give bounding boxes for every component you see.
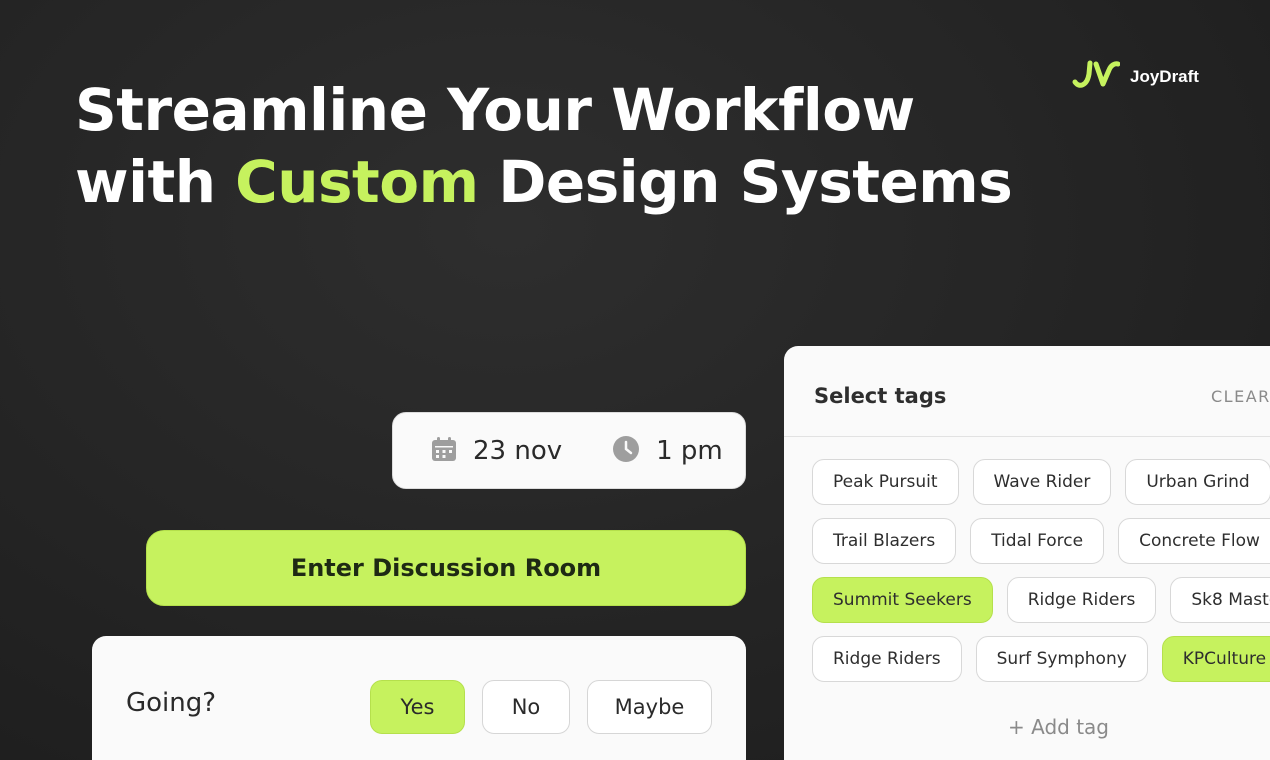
select-tags-panel: Select tags CLEAR Peak Pursuit Wave Ride… bbox=[784, 346, 1270, 760]
headline-line-2: with Custom Design Systems bbox=[75, 146, 1013, 218]
tag-chip[interactable]: Tidal Force bbox=[970, 518, 1105, 564]
brand-name: JoyDraft bbox=[1130, 67, 1199, 86]
enter-discussion-room-button[interactable]: Enter Discussion Room bbox=[146, 530, 746, 606]
tag-chip-selected[interactable]: KPCulture bbox=[1161, 636, 1270, 682]
brand-logo[interactable]: JoyDraft bbox=[1068, 60, 1199, 94]
tag-row: Summit Seekers Ridge Riders Sk8 Masters bbox=[812, 577, 1270, 623]
tag-chip[interactable]: Trail Blazers bbox=[812, 518, 957, 564]
calendar-icon bbox=[431, 436, 457, 466]
tag-row: Trail Blazers Tidal Force Concrete Flow bbox=[812, 518, 1270, 564]
divider bbox=[784, 436, 1270, 437]
tag-chip[interactable]: Urban Grind bbox=[1125, 459, 1270, 505]
rsvp-card: Going? Yes No Maybe bbox=[92, 636, 746, 760]
tag-chip[interactable]: Sk8 Masters bbox=[1170, 577, 1270, 623]
rsvp-question: Going? bbox=[126, 688, 217, 718]
event-datetime-card: 23 nov 1 pm bbox=[392, 412, 746, 489]
tag-chip-selected[interactable]: Summit Seekers bbox=[812, 577, 993, 623]
tag-row: Peak Pursuit Wave Rider Urban Grind bbox=[812, 459, 1270, 505]
tag-chip[interactable]: Ridge Riders bbox=[1006, 577, 1157, 623]
headline-accent: Custom bbox=[235, 148, 479, 216]
clock-icon bbox=[612, 435, 640, 467]
rsvp-yes-button[interactable]: Yes bbox=[370, 680, 465, 734]
tag-chip[interactable]: Surf Symphony bbox=[975, 636, 1148, 682]
event-time[interactable]: 1 pm bbox=[612, 435, 723, 467]
tag-row: Ridge Riders Surf Symphony KPCulture bbox=[812, 636, 1270, 682]
event-time-text: 1 pm bbox=[656, 435, 723, 466]
add-tag-button[interactable]: + Add tag bbox=[1008, 715, 1109, 739]
page-headline: Streamline Your Workflow with Custom Des… bbox=[75, 74, 1013, 218]
event-date-text: 23 nov bbox=[473, 435, 563, 466]
rsvp-maybe-button[interactable]: Maybe bbox=[587, 680, 712, 734]
headline-line-1: Streamline Your Workflow bbox=[75, 76, 915, 144]
tag-chip[interactable]: Peak Pursuit bbox=[812, 459, 959, 505]
event-date[interactable]: 23 nov bbox=[431, 436, 562, 466]
headline-prefix: with bbox=[75, 148, 236, 216]
tags-title: Select tags bbox=[814, 384, 947, 408]
clear-tags-button[interactable]: CLEAR bbox=[1211, 387, 1270, 406]
tag-chip[interactable]: Wave Rider bbox=[972, 459, 1112, 505]
tag-chip[interactable]: Concrete Flow bbox=[1118, 518, 1270, 564]
headline-suffix: Design Systems bbox=[478, 148, 1013, 216]
joydraft-logo-icon bbox=[1068, 60, 1121, 94]
rsvp-no-button[interactable]: No bbox=[482, 680, 570, 734]
tag-chip[interactable]: Ridge Riders bbox=[812, 636, 962, 682]
